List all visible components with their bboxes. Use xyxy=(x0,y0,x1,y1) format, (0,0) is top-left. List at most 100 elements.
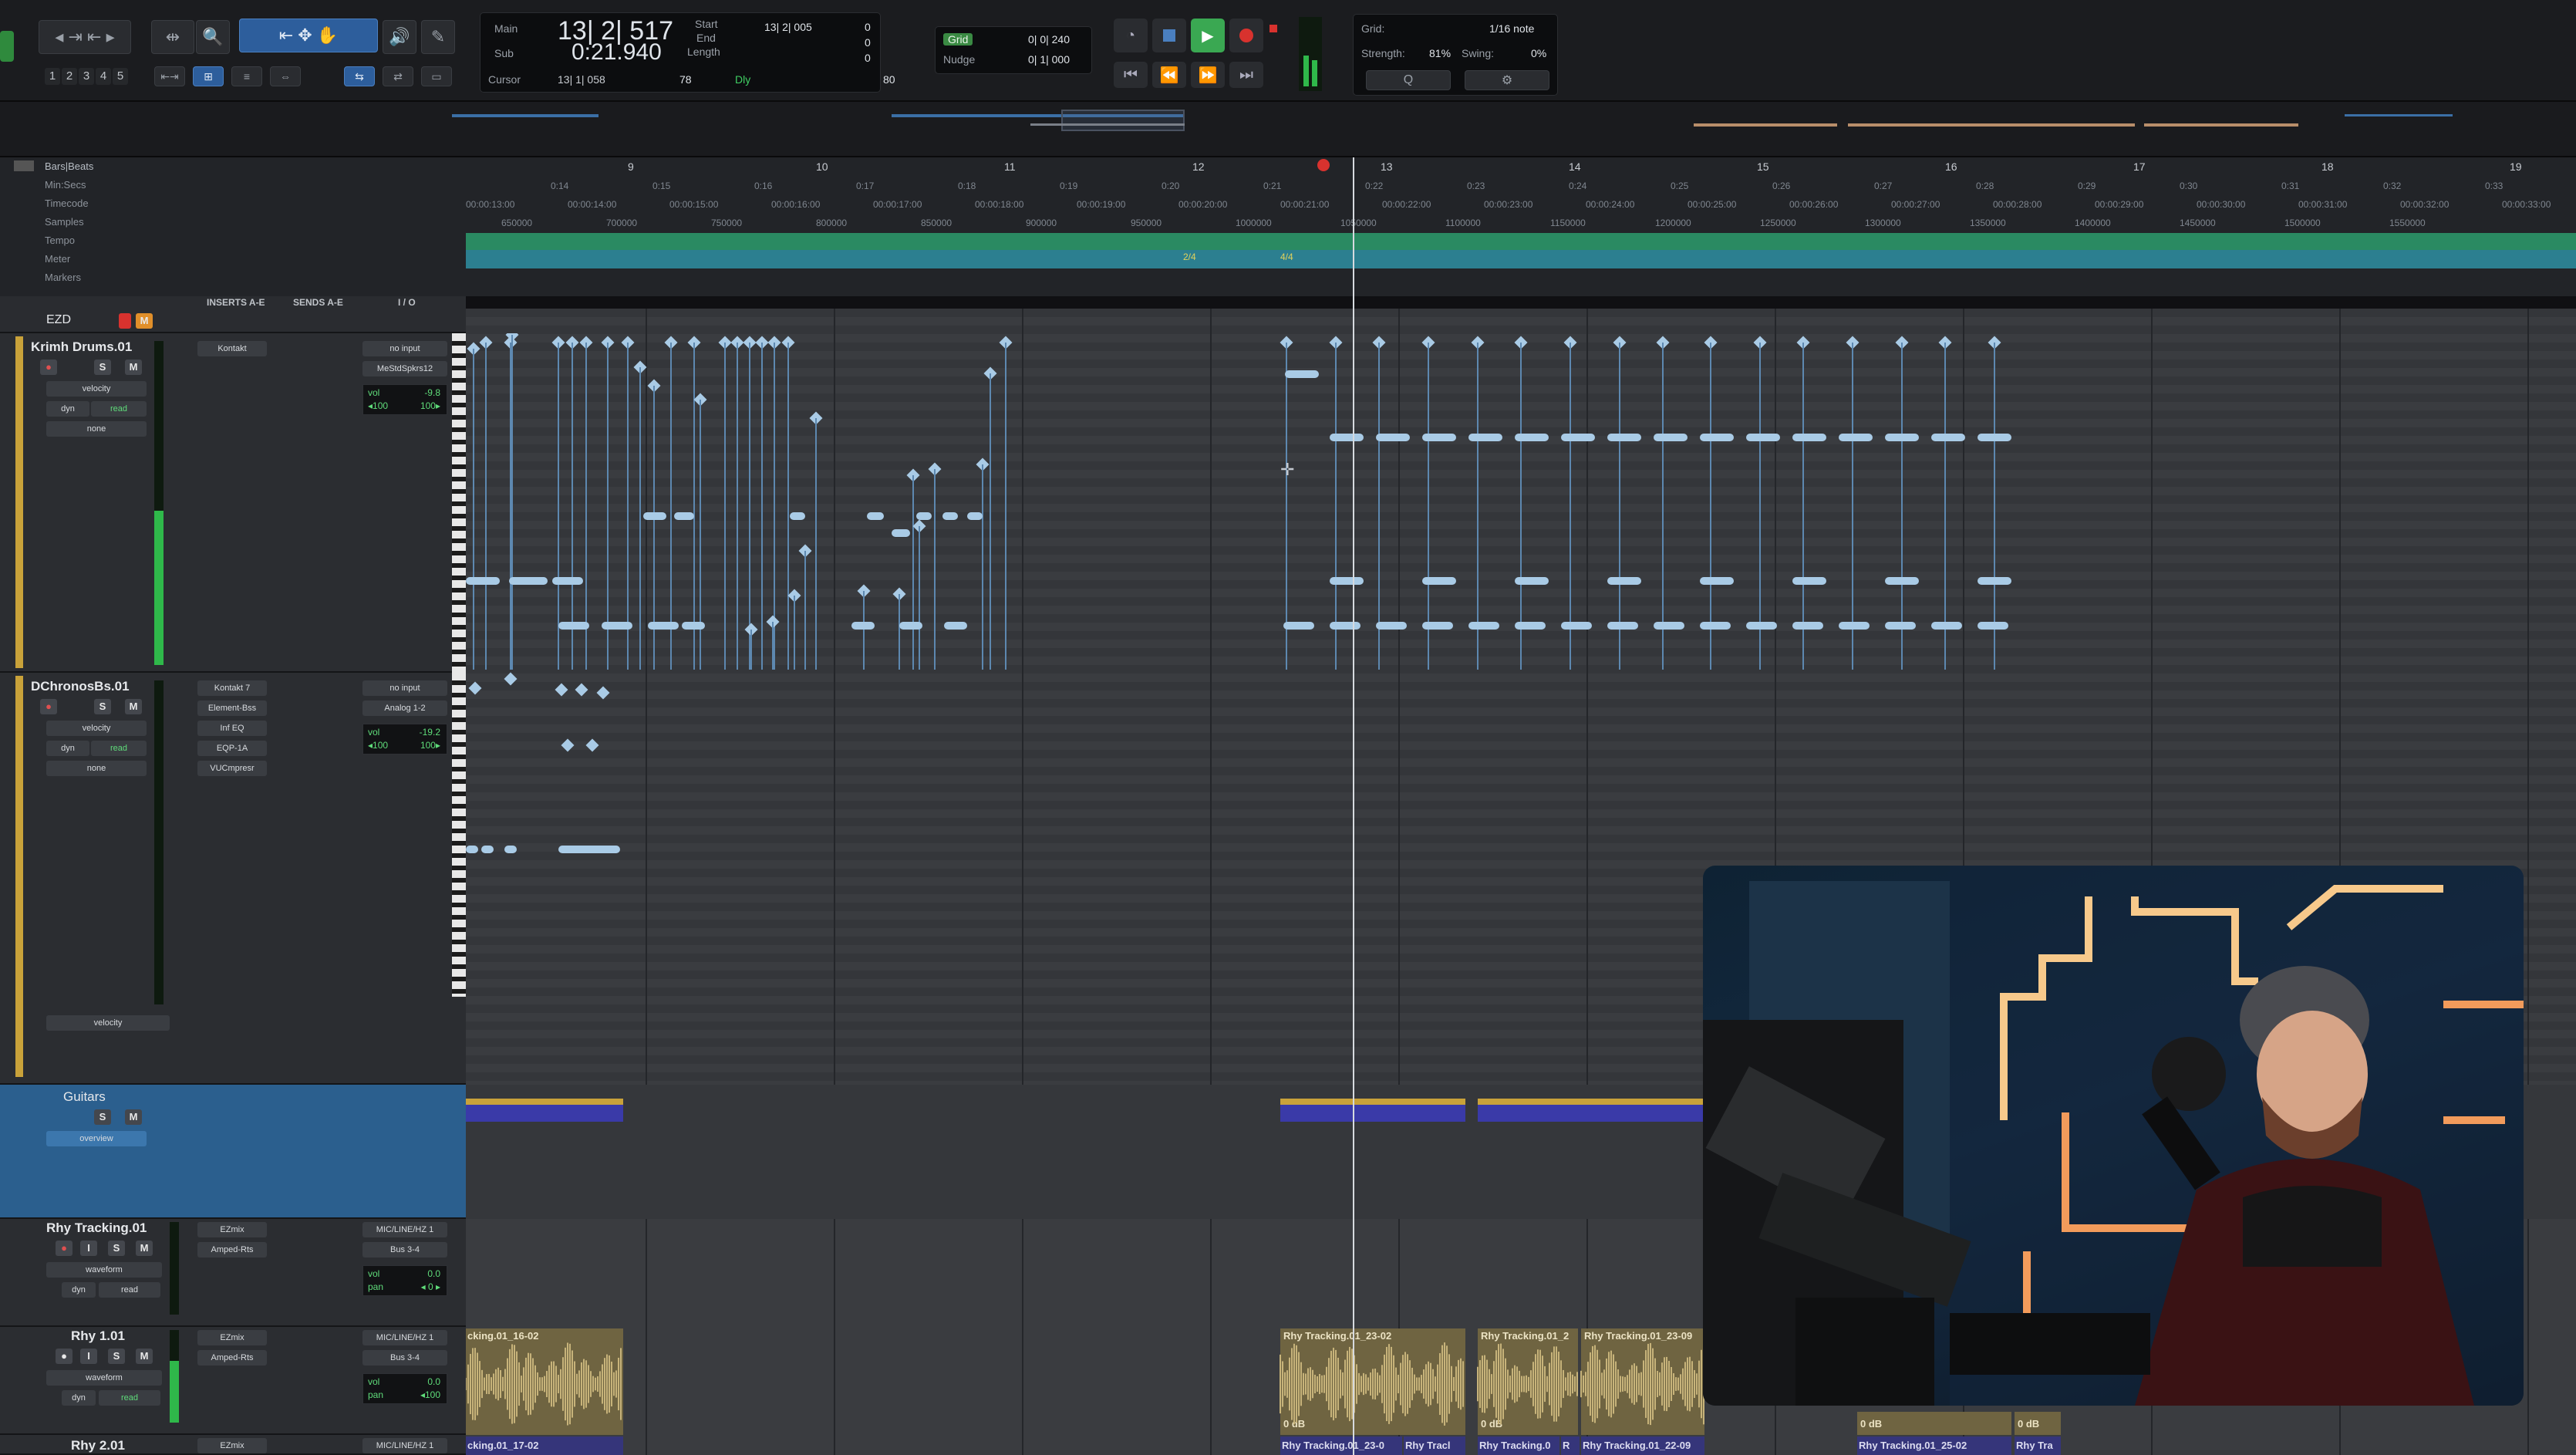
strength-value[interactable]: 81% xyxy=(1429,47,1451,59)
insert-slot-a[interactable]: Kontakt 7 xyxy=(197,680,267,696)
start-value[interactable]: 13| 2| 005 xyxy=(764,21,812,33)
track-name[interactable]: DChronosBs.01 xyxy=(31,679,130,694)
group-selector[interactable]: none xyxy=(46,761,147,776)
insert-slot-a[interactable]: EZmix xyxy=(197,1438,267,1453)
track-guitars-folder[interactable]: Guitars S M overview xyxy=(0,1085,466,1219)
insert-slot-c[interactable]: Inf EQ xyxy=(197,721,267,736)
pencil-tool-icon[interactable]: ✎ xyxy=(421,20,455,54)
mute-button[interactable]: M xyxy=(125,360,142,375)
insert-slot-a[interactable]: EZmix xyxy=(197,1222,267,1237)
sub-counter-value[interactable]: 0:21.940 xyxy=(572,39,662,66)
play-button[interactable]: ▶ xyxy=(1191,19,1225,52)
meter-ruler-lane[interactable]: 2/4 4/4 xyxy=(466,250,2576,268)
bars-ruler[interactable]: 9 10 11 12 13 14 15 16 17 18 19 xyxy=(466,157,2576,176)
track-rhy-tracking[interactable]: Rhy Tracking.01 ● I S M waveform dyn rea… xyxy=(0,1219,466,1327)
automation-selector[interactable]: dyn xyxy=(46,401,89,417)
track-name[interactable]: Krimh Drums.01 xyxy=(31,339,132,355)
minsecs-ruler[interactable]: 0:14 0:15 0:16 0:17 0:18 0:19 0:20 0:21 0:22 0:23… xyxy=(466,177,2576,193)
track-view-selector[interactable]: overview xyxy=(46,1131,147,1146)
window-config-button[interactable] xyxy=(0,31,14,62)
automation-mode[interactable]: read xyxy=(91,401,147,417)
track-krimh-drums[interactable]: Krimh Drums.01 ● S M velocity dyn read n… xyxy=(0,333,466,673)
link-track-button[interactable]: ⇄ xyxy=(383,66,413,86)
swing-value[interactable]: 0% xyxy=(1531,47,1546,59)
track-rhy-1[interactable]: Rhy 1.01 ● I S M waveform dyn read EZmix… xyxy=(0,1327,466,1435)
track-view-selector[interactable]: velocity xyxy=(46,721,147,736)
mute-button[interactable]: M xyxy=(136,1349,153,1364)
zoom-preset-2[interactable]: 2 xyxy=(62,68,77,85)
solo-button[interactable]: S xyxy=(94,1109,111,1125)
edit-mode-buttons[interactable]: ◂ ⇥ ⇤ ▸ xyxy=(39,20,131,54)
automation-mode[interactable]: read xyxy=(99,1282,160,1298)
insert-slot-b[interactable]: Amped-Rts xyxy=(197,1350,267,1366)
insertion-follows-button[interactable]: ▭ xyxy=(421,66,452,86)
record-enable-button[interactable]: ● xyxy=(56,1349,72,1364)
go-to-end-button[interactable]: ⏭ xyxy=(1229,62,1263,88)
mute-button[interactable]: M xyxy=(136,1241,153,1256)
insert-slot-b[interactable]: Amped-Rts xyxy=(197,1242,267,1258)
input-selector[interactable]: MIC/LINE/HZ 1 xyxy=(362,1222,447,1237)
quantize-button[interactable]: Q xyxy=(1366,70,1451,90)
speaker-scrub-icon[interactable]: 🔊 xyxy=(383,20,416,54)
zoom-preset-3[interactable]: 3 xyxy=(79,68,94,85)
output-selector[interactable]: MeStdSpkrs12 xyxy=(362,361,447,376)
automation-selector[interactable]: dyn xyxy=(62,1282,96,1298)
record-enable-button[interactable]: ● xyxy=(56,1241,72,1256)
output-selector[interactable]: Analog 1-2 xyxy=(362,700,447,716)
input-monitor-button[interactable]: I xyxy=(80,1349,97,1364)
input-selector[interactable]: MIC/LINE/HZ 1 xyxy=(362,1438,447,1453)
record-enable-button[interactable]: ● xyxy=(40,360,57,375)
output-selector[interactable]: Bus 3-4 xyxy=(362,1350,447,1366)
zoomer-tool-icon[interactable]: 🔍 xyxy=(196,20,230,54)
rewind-button[interactable]: ⏪ xyxy=(1152,62,1186,88)
grid-toggle[interactable]: Grid xyxy=(943,33,973,46)
track-name[interactable]: Rhy 1.01 xyxy=(71,1328,125,1344)
solo-button[interactable]: S xyxy=(108,1349,125,1364)
overview-view-rectangle[interactable] xyxy=(1061,110,1185,131)
automation-mode[interactable]: read xyxy=(91,741,147,756)
output-selector[interactable]: Bus 3-4 xyxy=(362,1242,447,1258)
insert-slot-e[interactable]: VUCmpresr xyxy=(197,761,267,776)
zoom-preset-1[interactable]: 1 xyxy=(45,68,60,85)
zoom-preset-5[interactable]: 5 xyxy=(113,68,128,85)
tempo-ruler-lane[interactable] xyxy=(466,233,2576,250)
input-monitor-button[interactable]: I xyxy=(80,1241,97,1256)
tempo-value[interactable]: 78 xyxy=(679,73,692,86)
mode-grid-button[interactable]: ⊞ xyxy=(193,66,224,86)
universe-overview[interactable] xyxy=(0,102,2576,157)
stop-button[interactable] xyxy=(1152,19,1186,52)
mode-slip-button[interactable]: ≡ xyxy=(231,66,262,86)
volume-display[interactable]: vol 0.0 pan ◂100 xyxy=(362,1373,447,1404)
insert-slot-b[interactable]: Element-Bss xyxy=(197,700,267,716)
record-enable-button[interactable]: ● xyxy=(40,699,57,714)
return-to-zero-button[interactable]: ⏮ xyxy=(1114,62,1148,88)
track-name[interactable]: Guitars xyxy=(63,1089,106,1105)
input-selector[interactable]: MIC/LINE/HZ 1 xyxy=(362,1330,447,1345)
track-view-selector[interactable]: velocity xyxy=(46,381,147,397)
volume-display[interactable]: vol -19.2 ◂100 100▸ xyxy=(362,724,447,755)
input-selector[interactable]: no input xyxy=(362,680,447,696)
automation-selector[interactable]: dyn xyxy=(62,1390,96,1406)
quantize-grid-value[interactable]: 1/16 note xyxy=(1489,22,1534,35)
link-timeline-button[interactable]: ⇆ xyxy=(344,66,375,86)
volume-display[interactable]: vol 0.0 pan ◂ 0 ▸ xyxy=(362,1265,447,1296)
timecode-ruler[interactable]: 00:00:13:00 00:00:14:00 00:00:15:00 00:00:1… xyxy=(466,196,2576,211)
smart-tool-button[interactable]: ⇤ ✥ ✋ xyxy=(239,19,378,52)
group-record-button[interactable] xyxy=(119,313,131,329)
samples-ruler[interactable]: 650000 700000 750000 800000 850000 900000 9500… xyxy=(466,214,2576,230)
piano-keyboard[interactable] xyxy=(452,333,466,673)
solo-button[interactable]: S xyxy=(94,360,111,375)
playhead-marker-icon[interactable] xyxy=(1317,159,1330,171)
track-view-selector[interactable]: waveform xyxy=(46,1262,162,1278)
ruler-menu-icon[interactable] xyxy=(14,160,34,171)
automation-selector[interactable]: dyn xyxy=(46,741,89,756)
track-name[interactable]: Rhy Tracking.01 xyxy=(46,1220,147,1236)
group-selector[interactable]: none xyxy=(46,421,147,437)
piano-keyboard[interactable] xyxy=(452,673,466,997)
meter-marker-2-4[interactable]: 2/4 xyxy=(1183,252,1196,262)
group-mute-button[interactable]: M xyxy=(136,313,153,329)
velocity-lane-selector[interactable]: velocity xyxy=(46,1015,170,1031)
fast-forward-button[interactable]: ⏩ xyxy=(1191,62,1225,88)
zoom-preset-4[interactable]: 4 xyxy=(96,68,111,85)
meter-marker-4-4[interactable]: 4/4 xyxy=(1280,252,1293,262)
